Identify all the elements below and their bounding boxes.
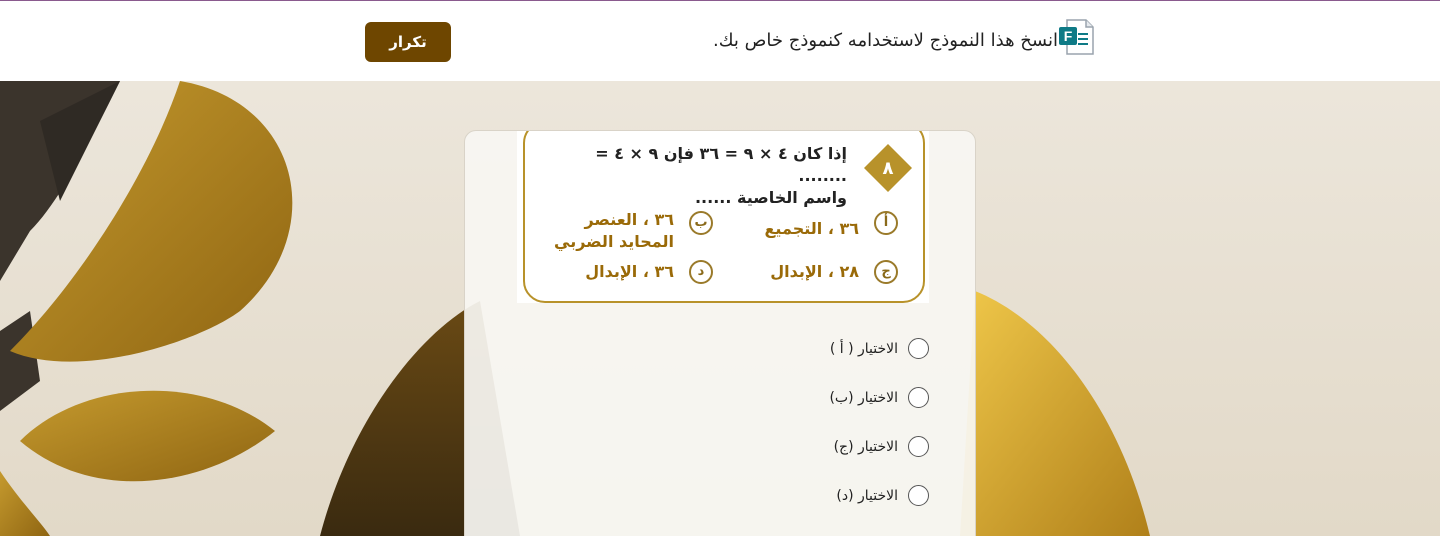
question-card: ٨ إذا كان ٤ × ٩ = ٣٦ فإن ٩ × ٤ = .......… [464,130,976,536]
choice-a[interactable]: الاختيار ( أ ) [629,324,929,373]
choice-d[interactable]: الاختيار (د) [629,471,929,520]
repeat-button[interactable]: تكرار [365,22,451,62]
choice-c[interactable]: الاختيار (ج) [629,422,929,471]
question-line-2: واسم الخاصية ...... [694,188,847,207]
top-banner: انسخ هذا النموذج لاستخدامه كنموذج خاص بك… [0,0,1440,81]
option-b-text: ٣٦ ، العنصر المحايد الضربي [554,209,674,253]
choice-label: الاختيار ( أ ) [829,340,898,357]
copy-template-text: انسخ هذا النموذج لاستخدامه كنموذج خاص بك… [713,30,1058,51]
option-a-circle: أ [874,211,898,235]
radio-button[interactable] [908,436,929,457]
option-d-circle: د [689,260,713,284]
option-b-line-2: المحايد الضربي [554,232,674,251]
choice-label: الاختيار (ب) [829,389,898,406]
radio-button[interactable] [908,338,929,359]
radio-button[interactable] [908,387,929,408]
svg-text:F: F [1064,28,1073,44]
option-c-text: ٢٨ ، الإبدال [770,262,859,281]
answer-choices: الاختيار ( أ ) الاختيار (ب) الاختيار (ج)… [629,324,929,520]
option-b-circle: ب [689,211,713,235]
question-line-1: إذا كان ٤ × ٩ = ٣٦ فإن ٩ × ٤ = ........ [595,144,847,185]
radio-button[interactable] [908,485,929,506]
question-text: إذا كان ٤ × ٩ = ٣٦ فإن ٩ × ٤ = ........ … [547,143,847,209]
choice-b[interactable]: الاختيار (ب) [629,373,929,422]
choice-label: الاختيار (د) [836,487,898,504]
microsoft-forms-icon: F [1059,19,1094,55]
choice-label: الاختيار (ج) [833,438,898,455]
option-c-circle: ج [874,260,898,284]
question-number: ٨ [883,158,894,179]
question-image: ٨ إذا كان ٤ × ٩ = ٣٦ فإن ٩ × ٤ = .......… [517,131,929,303]
question-number-badge: ٨ [864,144,912,192]
option-b-line-1: ٣٦ ، العنصر [584,210,674,229]
option-d-text: ٣٦ ، الإبدال [585,262,674,281]
option-a-text: ٣٦ ، التجميع [764,219,860,238]
